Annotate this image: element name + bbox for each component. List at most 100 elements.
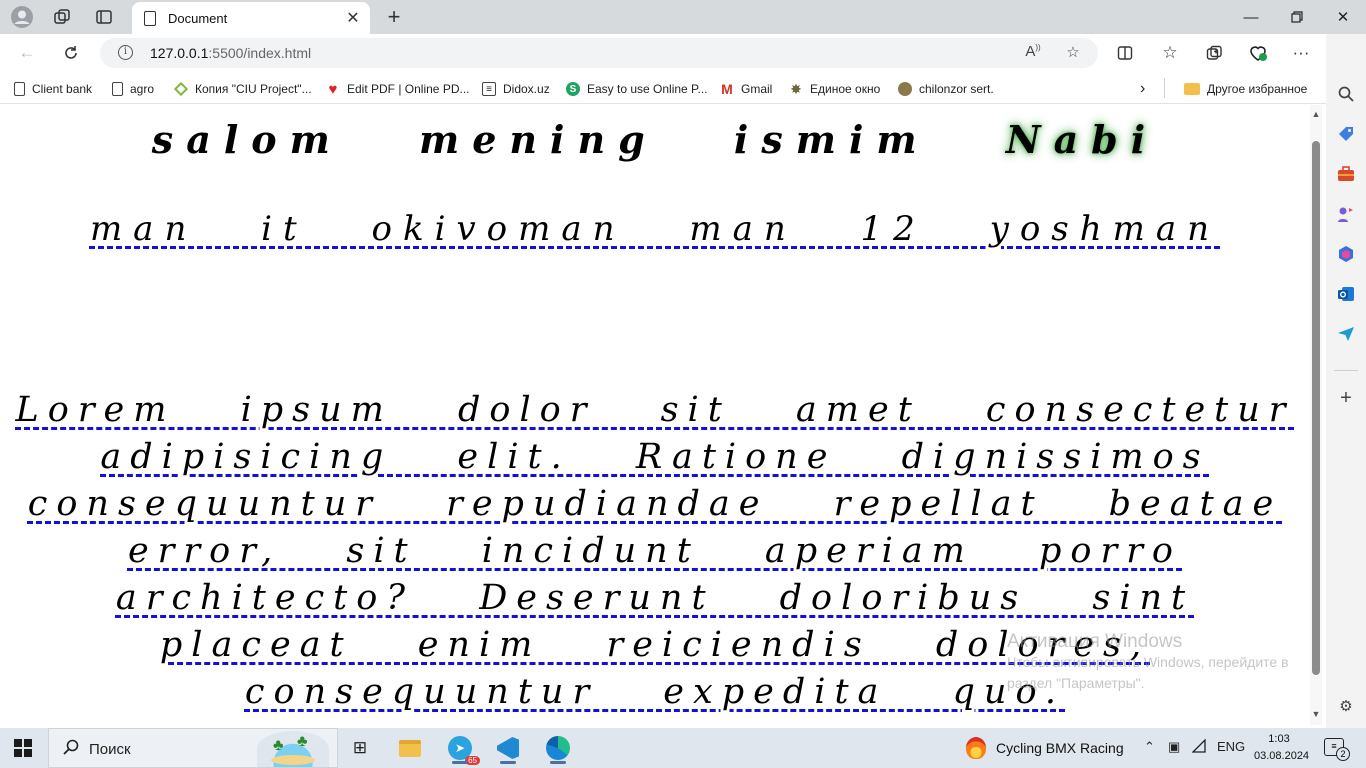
collections-icon[interactable] bbox=[1199, 38, 1229, 68]
document-icon bbox=[144, 10, 156, 26]
url-host: 127.0.0.1 bbox=[150, 45, 209, 61]
flame-icon bbox=[966, 737, 986, 759]
windows-activation-watermark: Активация Windows Чтобы активировать Win… bbox=[1007, 631, 1289, 694]
favorite-label: Копия "CIU Project"... bbox=[195, 82, 312, 96]
telegram-badge: 65 bbox=[465, 756, 480, 765]
search-icon bbox=[63, 739, 79, 760]
favorite-agro[interactable]: agro bbox=[112, 80, 154, 98]
favorites-overflow-chevron-icon[interactable]: › bbox=[1140, 80, 1145, 98]
edge-sidebar: + ⚙ bbox=[1326, 34, 1366, 728]
windows-start-icon[interactable] bbox=[14, 739, 32, 757]
address-bar[interactable]: i 127.0.0.1:5500/index.html A)) ☆ bbox=[100, 38, 1098, 68]
task-view-icon[interactable]: ⊞ bbox=[342, 732, 378, 764]
page-viewport: salom mening ismim Nabi man it okivoman … bbox=[4, 105, 1322, 725]
back-button[interactable]: ← bbox=[12, 38, 42, 68]
favorite-edinoe-okno[interactable]: ✸ Единое окно bbox=[789, 80, 880, 98]
shopping-tag-icon[interactable] bbox=[1334, 122, 1358, 146]
heart-icon: ♥ bbox=[328, 80, 338, 98]
send-drop-icon[interactable] bbox=[1334, 322, 1358, 346]
favorites-bar: Client bank agro Копия "CIU Project"... … bbox=[0, 72, 1326, 104]
page-scrollbar[interactable]: ▲ ▼ bbox=[1310, 105, 1322, 725]
emblem-icon: ✸ bbox=[790, 80, 802, 97]
favorite-other-folder[interactable]: Другое избранное bbox=[1184, 80, 1307, 98]
scroll-up-arrow-icon[interactable]: ▲ bbox=[1310, 109, 1322, 119]
favorite-label: Didox.uz bbox=[503, 82, 550, 96]
minimize-button[interactable]: — bbox=[1228, 0, 1274, 34]
more-menu-icon[interactable]: ··· bbox=[1286, 38, 1316, 68]
vscode-icon[interactable] bbox=[490, 732, 526, 764]
tab-title: Document bbox=[168, 10, 228, 26]
close-tab-icon[interactable]: ✕ bbox=[340, 8, 366, 28]
widget-label: Cycling BMX Racing bbox=[996, 740, 1124, 756]
url-text[interactable]: 127.0.0.1:5500/index.html bbox=[150, 45, 311, 61]
new-tab-button[interactable]: + bbox=[380, 3, 408, 31]
taskbar-search-box[interactable]: Поиск ♣ ♣ bbox=[48, 728, 338, 768]
tab-actions-icon[interactable] bbox=[88, 3, 120, 31]
file-explorer-icon[interactable] bbox=[392, 732, 428, 764]
tab-document[interactable]: Document ✕ bbox=[132, 2, 370, 34]
add-sidebar-app-icon[interactable]: + bbox=[1334, 386, 1358, 410]
navigation-bar: ← i 127.0.0.1:5500/index.html A)) ☆ ☆ ··… bbox=[0, 34, 1326, 72]
workspaces-icon[interactable] bbox=[46, 3, 78, 31]
site-info-icon[interactable]: i bbox=[118, 45, 133, 60]
favorite-easy-pdf[interactable]: S Easy to use Online P... bbox=[566, 80, 708, 98]
split-screen-icon[interactable] bbox=[1110, 38, 1140, 68]
outlook-icon[interactable] bbox=[1334, 282, 1358, 306]
watermark-line1: Чтобы активировать Windows, перейдите в bbox=[1007, 654, 1289, 670]
favorite-ciu-project[interactable]: Копия "CIU Project"... bbox=[173, 80, 312, 98]
meet-camera-icon[interactable]: ▣ bbox=[1168, 739, 1180, 755]
heading-greeting: salom mening ismim bbox=[151, 117, 930, 162]
favorites-icon[interactable]: ☆ bbox=[1155, 38, 1185, 68]
favorite-label: Gmail bbox=[741, 82, 773, 96]
seal-icon bbox=[898, 82, 912, 96]
scrollbar-thumb[interactable] bbox=[1312, 141, 1320, 675]
games-icon[interactable] bbox=[1334, 202, 1358, 226]
scroll-down-arrow-icon[interactable]: ▼ bbox=[1310, 709, 1322, 719]
clock-time: 1:03 bbox=[1268, 733, 1290, 745]
favorites-divider bbox=[1164, 78, 1165, 98]
favorite-client-bank[interactable]: Client bank bbox=[14, 80, 92, 98]
s-logo-icon: S bbox=[566, 82, 580, 96]
read-aloud-icon[interactable]: A)) bbox=[1022, 43, 1044, 63]
refresh-button[interactable] bbox=[56, 38, 86, 68]
search-placeholder: Поиск bbox=[89, 741, 131, 758]
sidebar-divider bbox=[1334, 370, 1358, 371]
favorite-label: chilonzor sert. bbox=[919, 82, 994, 96]
favorite-label: Единое окно bbox=[810, 82, 881, 96]
profile-icon[interactable] bbox=[6, 3, 38, 31]
tools-briefcase-icon[interactable] bbox=[1334, 162, 1358, 186]
favorite-didox[interactable]: ≡ Didox.uz bbox=[482, 80, 550, 98]
sidebar-settings-gear-icon[interactable]: ⚙ bbox=[1334, 694, 1358, 718]
language-indicator[interactable]: ENG bbox=[1217, 739, 1245, 754]
close-window-button[interactable]: ✕ bbox=[1320, 0, 1366, 34]
taskbar-clock[interactable]: 1:03 03.08.2024 bbox=[1254, 731, 1310, 765]
diamond-icon bbox=[173, 81, 189, 97]
network-icon[interactable] bbox=[1191, 738, 1206, 756]
page-heading: salom mening ismim Nabi bbox=[4, 117, 1306, 162]
favorite-label: agro bbox=[130, 82, 155, 96]
favorite-star-icon[interactable]: ☆ bbox=[1062, 43, 1084, 63]
telegram-icon[interactable]: ➤ 65 bbox=[442, 732, 480, 765]
url-path: :5500/index.html bbox=[208, 45, 312, 61]
subtitle-text: man it okivoman man 12 yoshman bbox=[89, 209, 1221, 249]
favorite-gmail[interactable]: M Gmail bbox=[720, 80, 772, 98]
favorite-edit-pdf[interactable]: ♥ Edit PDF | Online PD... bbox=[326, 80, 470, 98]
microsoft-365-icon[interactable] bbox=[1334, 242, 1358, 266]
edge-browser-icon[interactable] bbox=[540, 732, 576, 764]
taskbar-widget[interactable]: Cycling BMX Racing bbox=[966, 737, 1124, 759]
heading-name-glow: Nabi bbox=[1005, 117, 1159, 162]
tray-chevron-up-icon[interactable]: ⌃ bbox=[1144, 739, 1155, 755]
notification-center-icon[interactable]: ≡ 2 bbox=[1324, 738, 1350, 761]
windows-taskbar: Поиск ♣ ♣ ⊞ ➤ 65 Cycling BMX Racing ⌃ ▣ E… bbox=[0, 728, 1366, 768]
restore-button[interactable] bbox=[1274, 0, 1320, 34]
folder-icon bbox=[1184, 83, 1200, 95]
watermark-title: Активация Windows bbox=[1007, 631, 1183, 652]
browser-tab-bar: Document ✕ + — ✕ bbox=[0, 0, 1366, 34]
gmail-icon: M bbox=[721, 81, 733, 97]
favorite-label: Другое избранное bbox=[1207, 82, 1308, 96]
clock-date: 03.08.2024 bbox=[1254, 750, 1310, 762]
favorite-label: Edit PDF | Online PD... bbox=[347, 82, 470, 96]
favorite-chilonzor[interactable]: chilonzor sert. bbox=[898, 80, 994, 98]
search-icon[interactable] bbox=[1334, 82, 1358, 106]
browser-essentials-icon[interactable] bbox=[1243, 38, 1273, 68]
